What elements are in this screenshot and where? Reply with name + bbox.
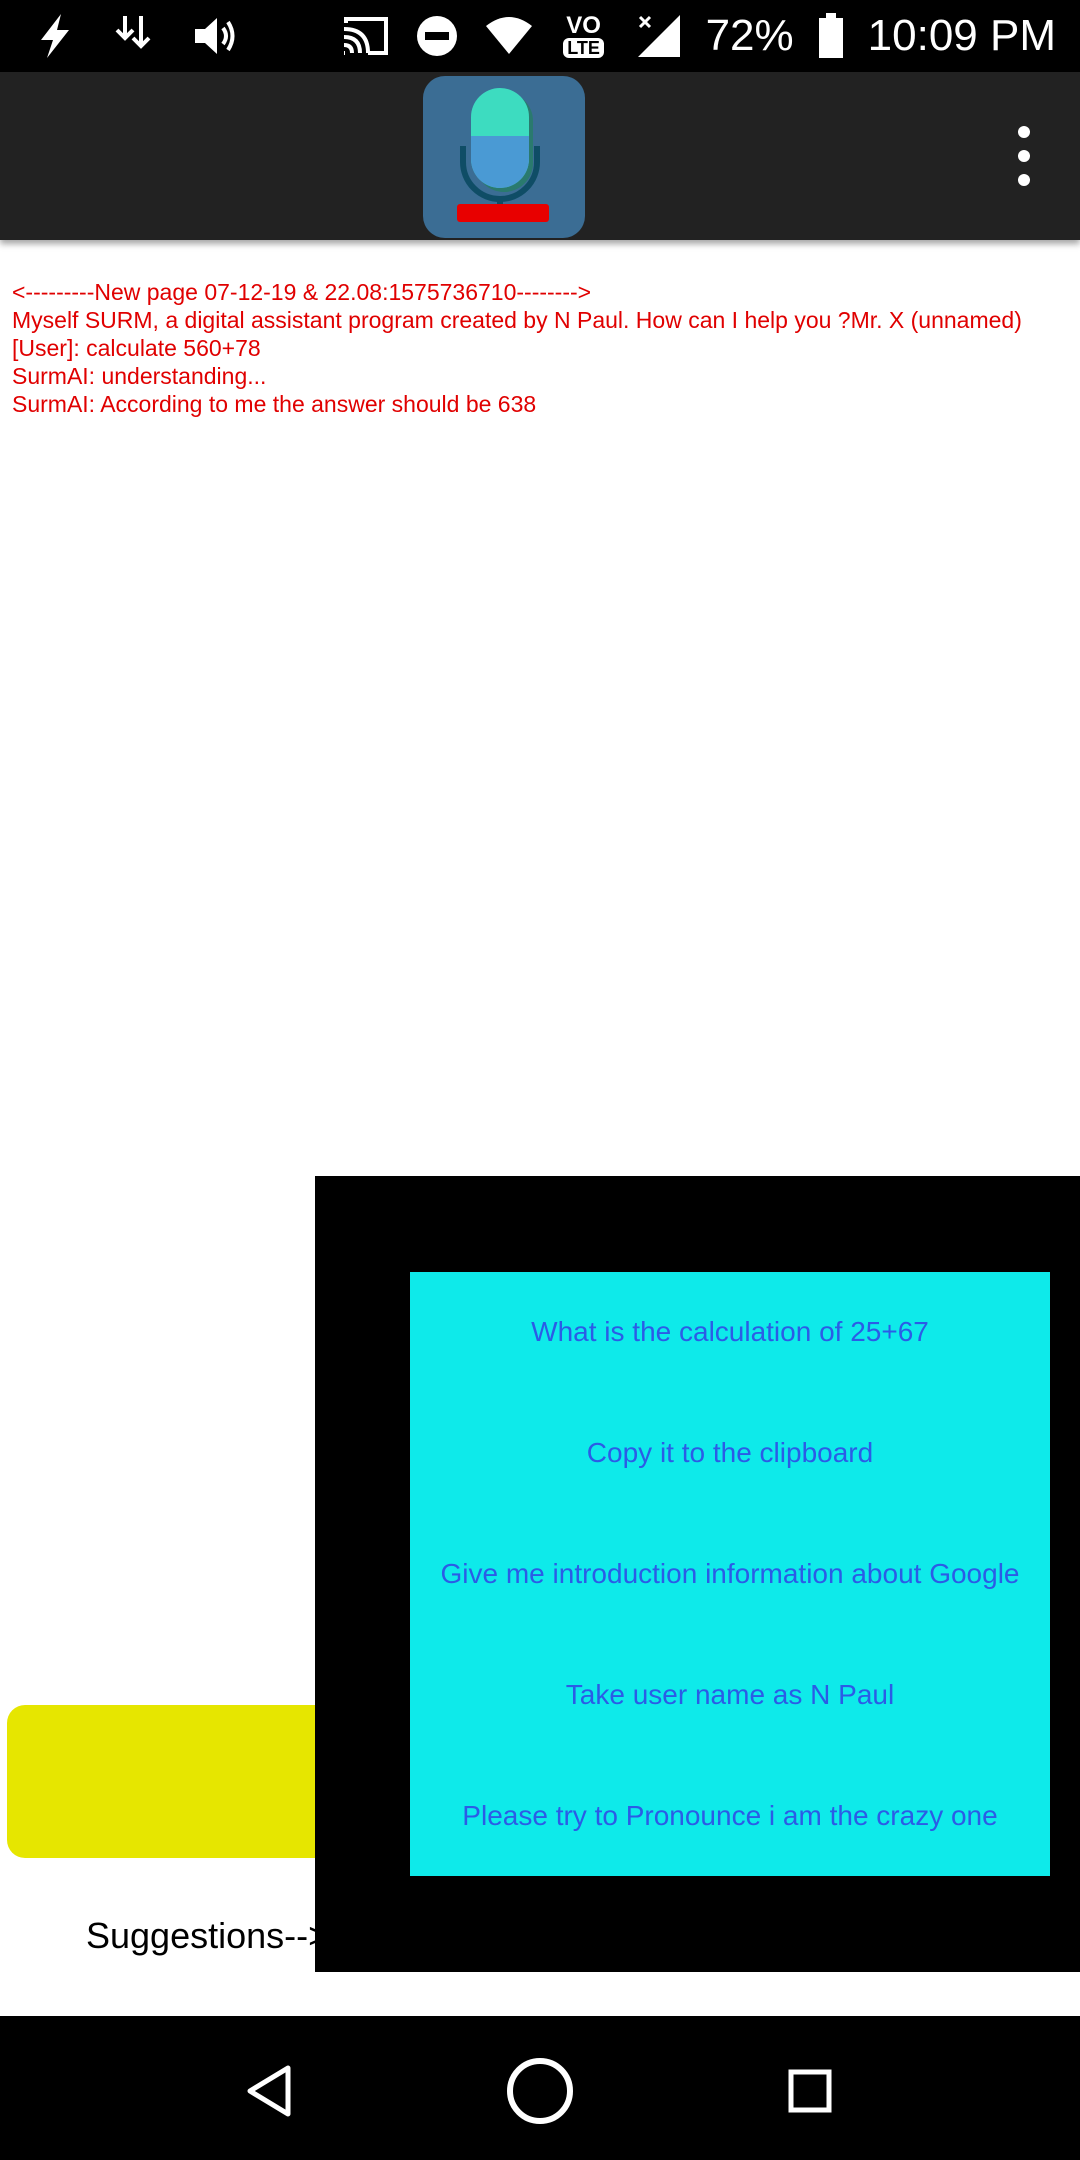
- suggestion-item[interactable]: What is the calculation of 25+67: [410, 1272, 1050, 1393]
- conversation-log: <---------New page 07-12-19 & 22.08:1575…: [12, 278, 1072, 418]
- suggestion-item[interactable]: Please try to Pronounce i am the crazy o…: [410, 1755, 1050, 1876]
- suggestions-list: What is the calculation of 25+67 Copy it…: [410, 1272, 1050, 1876]
- navigation-bar: [0, 2016, 1080, 2160]
- suggestion-item[interactable]: Give me introduction information about G…: [410, 1514, 1050, 1635]
- log-line: SurmAI: understanding...: [12, 363, 267, 389]
- suggestion-item[interactable]: Copy it to the clipboard: [410, 1393, 1050, 1514]
- wifi-icon: [484, 11, 534, 61]
- log-line: [User]: calculate 560+78: [12, 335, 261, 361]
- suggestions-label: Suggestions-->: [86, 1915, 330, 1956]
- download-icon: [110, 11, 160, 61]
- status-bar: VO LTE 72% 10:09 PM: [0, 0, 1080, 72]
- log-line: <---------New page 07-12-19 & 22.08:1575…: [12, 279, 592, 305]
- app-bar: [0, 72, 1080, 240]
- home-icon[interactable]: [505, 2056, 575, 2126]
- do-not-disturb-icon: [412, 11, 462, 61]
- microphone-icon[interactable]: [423, 76, 585, 238]
- overflow-menu-icon[interactable]: [1006, 126, 1042, 186]
- battery-percent: 72%: [705, 11, 794, 60]
- volte-icon: VO LTE: [556, 11, 612, 61]
- signal-icon: [634, 11, 684, 61]
- clock-time: 10:09 PM: [867, 11, 1056, 60]
- log-line: Myself SURM, a digital assistant program…: [12, 307, 1022, 333]
- volte-label: VO: [566, 12, 601, 39]
- suggestions-popup: What is the calculation of 25+67 Copy it…: [315, 1176, 1080, 1972]
- battery-icon: [816, 11, 846, 61]
- back-icon[interactable]: [234, 2056, 304, 2126]
- cast-icon: [340, 11, 390, 61]
- log-line: SurmAI: According to me the answer shoul…: [12, 391, 537, 417]
- volume-icon: [190, 11, 240, 61]
- recents-icon[interactable]: [775, 2056, 845, 2126]
- lte-badge: LTE: [563, 38, 604, 58]
- flash-icon: [30, 11, 80, 61]
- suggestion-item[interactable]: Take user name as N Paul: [410, 1634, 1050, 1755]
